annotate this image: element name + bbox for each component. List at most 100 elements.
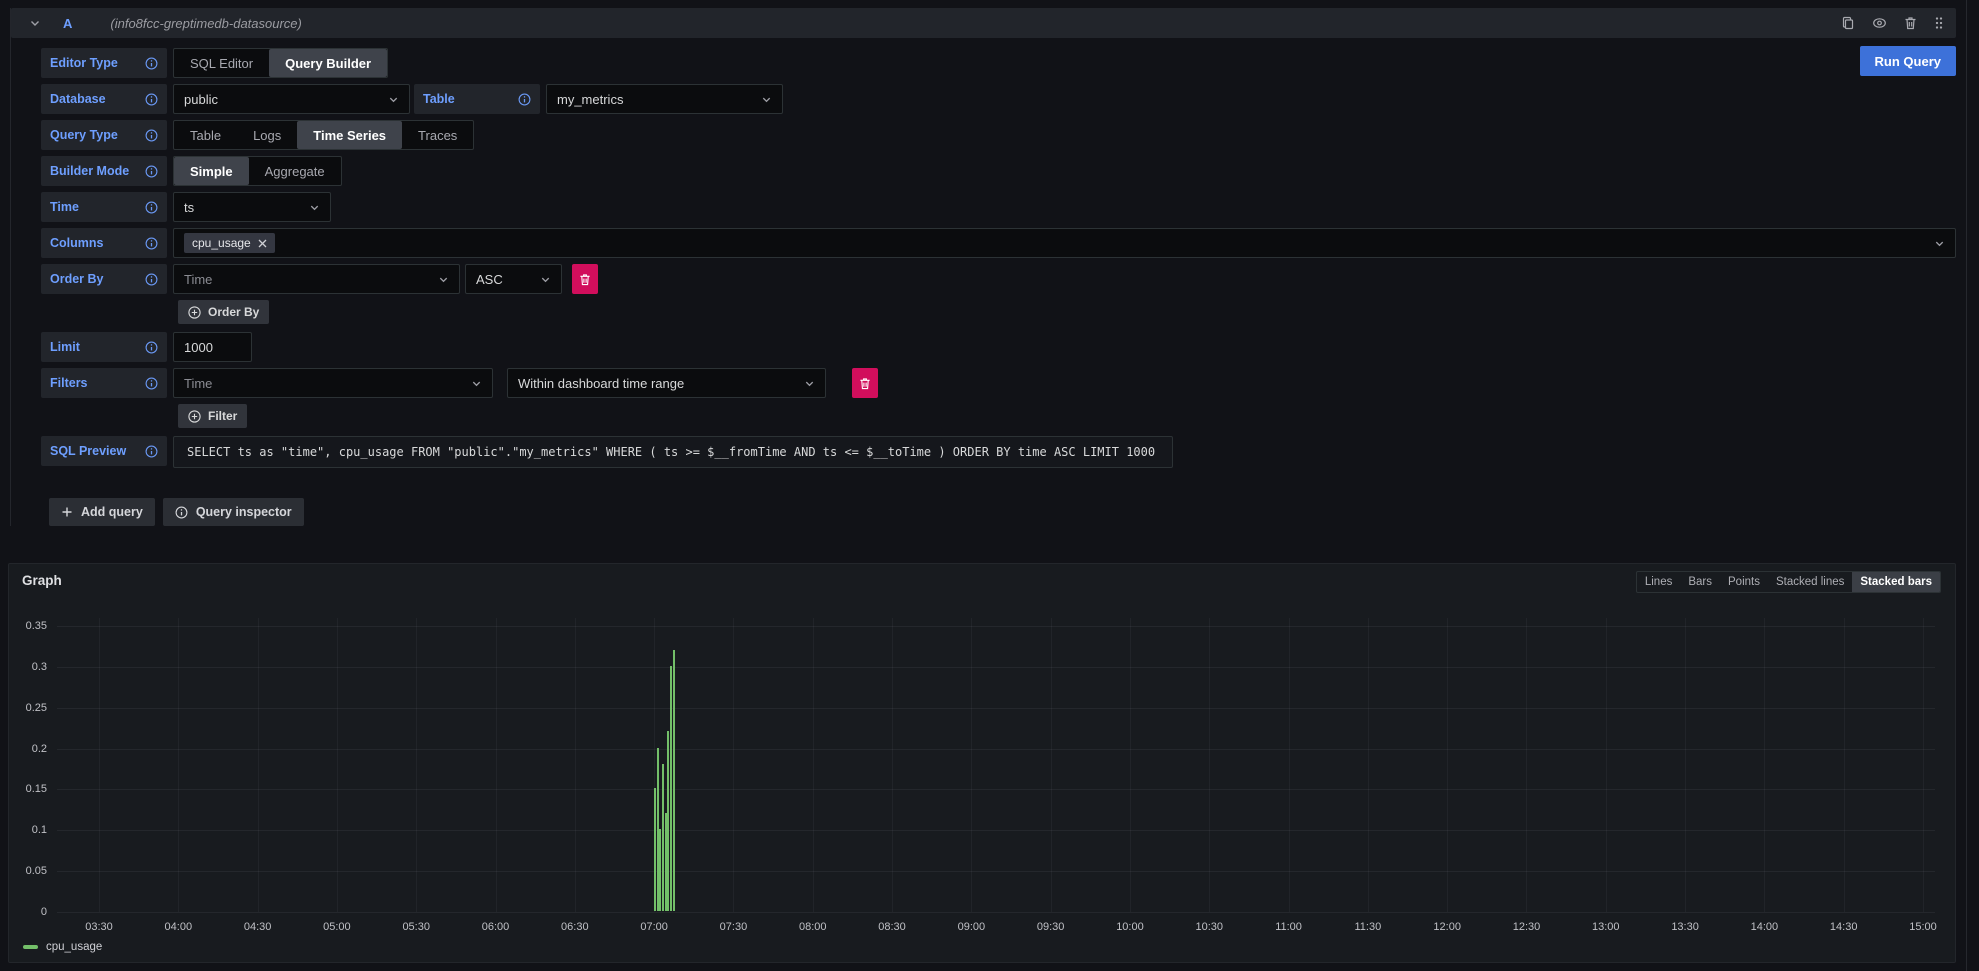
gridline-vertical — [416, 618, 417, 912]
add-filter-button[interactable]: Filter — [178, 404, 247, 428]
radio-option-table[interactable]: Table — [174, 121, 237, 149]
legend-label: cpu_usage — [46, 941, 102, 953]
field-label-order-by: Order By — [41, 264, 167, 294]
gridline-vertical — [1526, 618, 1527, 912]
radio-option-simple[interactable]: Simple — [174, 157, 249, 185]
gridline-horizontal — [57, 789, 1935, 790]
database-select[interactable]: public — [173, 84, 410, 114]
info-icon[interactable] — [145, 93, 158, 106]
bar-cpu-usage-07-07 — [673, 650, 675, 911]
gridline-horizontal — [57, 667, 1935, 668]
graph-mode-tab-points[interactable]: Points — [1720, 572, 1768, 592]
add-order-by-button[interactable]: Order By — [178, 300, 269, 324]
graph-panel: Graph LinesBarsPointsStacked linesStacke… — [8, 563, 1956, 963]
duplicate-icon[interactable] — [1841, 16, 1855, 30]
chevron-down-icon — [463, 378, 482, 389]
collapse-chevron-icon[interactable] — [29, 17, 41, 29]
field-label-table: Table — [414, 84, 540, 114]
gridline-vertical — [733, 618, 734, 912]
x-axis-tick-label: 07:00 — [640, 921, 668, 933]
gridline-horizontal — [57, 912, 1935, 913]
info-icon[interactable] — [518, 93, 531, 106]
chevron-down-icon — [430, 274, 449, 285]
x-axis-tick-label: 03:30 — [85, 921, 113, 933]
graph-mode-tab-bars[interactable]: Bars — [1680, 572, 1720, 592]
chevron-down-icon — [301, 202, 320, 213]
chevron-down-icon — [796, 378, 815, 389]
drag-handle-icon[interactable] — [1934, 16, 1944, 30]
remove-filter-button[interactable] — [852, 368, 878, 398]
run-query-button[interactable]: Run Query — [1860, 46, 1956, 76]
gridline-vertical — [178, 618, 179, 912]
trash-icon[interactable] — [1904, 16, 1917, 30]
columns-multiselect[interactable]: cpu_usage — [173, 228, 1956, 258]
graph-mode-tab-lines[interactable]: Lines — [1637, 572, 1681, 592]
x-axis-tick-label: 06:30 — [561, 921, 589, 933]
remove-column-icon[interactable] — [258, 239, 267, 248]
graph-mode-tab-stacked-lines[interactable]: Stacked lines — [1768, 572, 1852, 592]
remove-order-by-button[interactable] — [572, 264, 598, 294]
x-axis-tick-label: 05:00 — [323, 921, 351, 933]
y-axis-tick-label: 0 — [41, 906, 47, 918]
radio-option-sql-editor[interactable]: SQL Editor — [174, 49, 269, 77]
x-axis-tick-label: 06:00 — [482, 921, 510, 933]
eye-icon[interactable] — [1872, 16, 1887, 30]
gridline-vertical — [1368, 618, 1369, 912]
order-by-direction-select[interactable]: ASC — [465, 264, 562, 294]
gridline-vertical — [1051, 618, 1052, 912]
field-label-time: Time — [41, 192, 167, 222]
radio-option-aggregate[interactable]: Aggregate — [249, 157, 341, 185]
column-chip-cpu-usage[interactable]: cpu_usage — [184, 233, 275, 253]
gridline-vertical — [1606, 618, 1607, 912]
x-axis-tick-label: 09:00 — [958, 921, 986, 933]
field-label-limit: Limit — [41, 332, 167, 362]
info-icon[interactable] — [145, 445, 158, 458]
datasource-name: (info8fcc-greptimedb-datasource) — [110, 16, 301, 31]
gridline-vertical — [1209, 618, 1210, 912]
time-column-select[interactable]: ts — [173, 192, 331, 222]
pane-divider — [1966, 0, 1967, 971]
add-query-button[interactable]: Add query — [49, 498, 155, 526]
info-icon[interactable] — [145, 341, 158, 354]
builder-mode-group: SimpleAggregate — [173, 156, 342, 186]
selected-column-chips: cpu_usage — [184, 233, 275, 253]
radio-option-query-builder[interactable]: Query Builder — [269, 49, 387, 77]
chart-plot-area: 00.050.10.150.20.250.30.3503:3004:0004:3… — [57, 618, 1935, 912]
info-icon[interactable] — [145, 165, 158, 178]
graph-mode-tab-stacked-bars[interactable]: Stacked bars — [1852, 572, 1940, 592]
x-axis-tick-label: 04:30 — [244, 921, 272, 933]
query-ref-id: A — [63, 16, 72, 31]
info-icon[interactable] — [145, 201, 158, 214]
info-icon[interactable] — [145, 237, 158, 250]
filter-operator-select[interactable]: Within dashboard time range — [507, 368, 826, 398]
order-by-column-select[interactable]: Time — [173, 264, 460, 294]
gridline-horizontal — [57, 708, 1935, 709]
x-axis-tick-label: 09:30 — [1037, 921, 1065, 933]
chevron-down-icon — [380, 94, 399, 105]
radio-option-traces[interactable]: Traces — [402, 121, 473, 149]
gridline-vertical — [971, 618, 972, 912]
chevron-down-icon — [1926, 238, 1945, 249]
radio-option-logs[interactable]: Logs — [237, 121, 297, 149]
x-axis-tick-label: 04:00 — [165, 921, 193, 933]
query-row-header[interactable]: A (info8fcc-greptimedb-datasource) — [11, 8, 1956, 38]
y-axis-tick-label: 0.3 — [32, 661, 47, 673]
x-axis-tick-label: 12:00 — [1433, 921, 1461, 933]
filter-column-select[interactable]: Time — [173, 368, 493, 398]
gridline-horizontal — [57, 626, 1935, 627]
gridline-vertical — [1685, 618, 1686, 912]
info-icon[interactable] — [145, 57, 158, 70]
x-axis-tick-label: 11:30 — [1355, 921, 1382, 933]
chevron-down-icon — [753, 94, 772, 105]
query-inspector-button[interactable]: Query inspector — [163, 498, 304, 526]
info-icon[interactable] — [145, 273, 158, 286]
y-axis-tick-label: 0.25 — [26, 702, 47, 714]
info-icon[interactable] — [145, 377, 158, 390]
x-axis-tick-label: 13:30 — [1671, 921, 1699, 933]
legend-item-cpu-usage[interactable]: cpu_usage — [23, 941, 102, 953]
table-select[interactable]: my_metrics — [546, 84, 783, 114]
info-icon[interactable] — [145, 129, 158, 142]
limit-input[interactable]: 1000 — [173, 332, 252, 362]
radio-option-time-series[interactable]: Time Series — [297, 121, 402, 149]
y-axis-tick-label: 0.35 — [26, 620, 47, 632]
